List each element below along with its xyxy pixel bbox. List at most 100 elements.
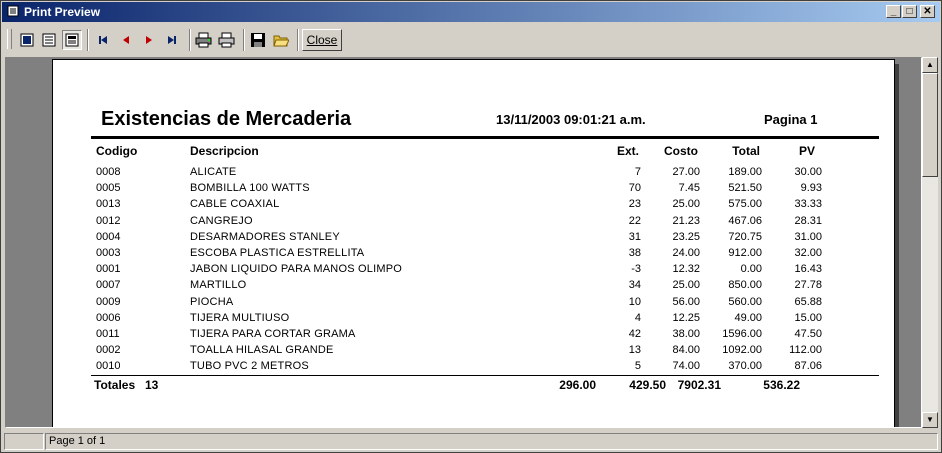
cell-ext: 31 (628, 230, 641, 243)
next-page-button[interactable] (139, 30, 159, 50)
cell-pv: 47.50 (794, 328, 822, 340)
table-row: 0004 DESARMADORES STANLEY 31 23.25 720.75 31.… (53, 231, 896, 247)
cell-costo: 84.00 (672, 344, 700, 357)
cell-descripcion: TIJERA MULTIUSO (190, 311, 290, 324)
zoom-100-button[interactable] (62, 30, 82, 50)
cell-codigo: 0012 (96, 214, 121, 227)
cell-ext: 34 (628, 279, 641, 292)
cell-ext: 38 (628, 247, 641, 259)
scroll-down-button[interactable]: ▼ (922, 412, 938, 428)
close-window-button[interactable]: ✕ (920, 5, 935, 18)
print-setup-button[interactable] (194, 30, 214, 50)
cell-codigo: 0006 (96, 311, 121, 324)
scroll-thumb[interactable] (922, 73, 938, 177)
totals-rule (91, 375, 879, 376)
table-row: 0012 CANGREJO 22 21.23 467.06 28.31 (53, 215, 896, 231)
cell-costo: 74.00 (672, 360, 700, 373)
print-preview-app-icon (7, 5, 19, 17)
cell-costo: 12.32 (672, 263, 700, 276)
toolbar-separator (243, 29, 245, 51)
cell-descripcion: TUBO PVC 2 METROS (190, 360, 309, 373)
whole-page-icon (20, 33, 34, 47)
cell-total: 467.06 (728, 214, 762, 227)
status-bar: Page 1 of 1 (1, 431, 941, 452)
cell-ext: 42 (628, 328, 641, 340)
page-width-button[interactable] (39, 30, 59, 50)
cell-total: 49.00 (734, 311, 762, 324)
close-icon: ✕ (923, 6, 932, 17)
maximize-button[interactable]: □ (902, 5, 917, 18)
totals-label: Totales (94, 378, 136, 392)
col-header-costo: Costo (664, 144, 698, 158)
prev-page-icon (123, 36, 129, 44)
report-page: Existencias de Mercaderia 13/11/2003 09:… (52, 59, 896, 427)
cell-pv: 27.78 (794, 279, 822, 292)
scroll-down-icon: ▼ (926, 415, 934, 424)
totals-total: 7902.31 (677, 378, 721, 392)
cell-descripcion: ESCOBA PLASTICA ESTRELLITA (190, 247, 365, 259)
totals-ext: 296.00 (559, 378, 596, 392)
cell-total: 521.50 (728, 182, 762, 195)
cell-total: 575.00 (728, 198, 762, 211)
cell-descripcion: MARTILLO (190, 279, 247, 292)
cell-codigo: 0011 (96, 328, 120, 340)
prev-page-button[interactable] (116, 30, 136, 50)
cell-pv: 28.31 (794, 214, 822, 227)
save-icon (251, 33, 265, 47)
report-datetime: 13/11/2003 09:01:21 a.m. (496, 112, 646, 127)
table-row: 0001 JABON LIQUIDO PARA MANOS OLIMPO -3 12.… (53, 263, 896, 279)
last-page-button[interactable] (162, 30, 182, 50)
preview-viewport[interactable]: Existencias de Mercaderia 13/11/2003 09:… (5, 57, 922, 428)
col-header-total: Total (732, 144, 760, 158)
table-row: 0007 MARTILLO 34 25.00 850.00 27.78 (53, 279, 896, 295)
cell-total: 912.00 (728, 247, 762, 259)
cell-costo: 21.23 (672, 214, 700, 227)
cell-codigo: 0013 (96, 198, 121, 211)
whole-page-button[interactable] (17, 30, 37, 50)
next-page-icon (146, 36, 152, 44)
cell-total: 0.00 (740, 263, 762, 276)
title-bar[interactable]: Print Preview _ □ ✕ (2, 2, 940, 22)
col-header-descripcion: Descripcion (190, 144, 259, 158)
print-button[interactable] (217, 30, 237, 50)
cell-pv: 65.88 (794, 295, 822, 308)
minimize-button[interactable]: _ (886, 5, 901, 18)
cell-descripcion: PIOCHA (190, 295, 234, 308)
close-preview-button[interactable]: Close (302, 29, 342, 51)
cell-ext: 7 (634, 166, 641, 178)
print-icon (218, 32, 235, 48)
scroll-up-button[interactable]: ▲ (922, 57, 938, 73)
save-button[interactable] (248, 30, 268, 50)
cell-pv: 31.00 (794, 230, 822, 243)
cell-total: 560.00 (728, 295, 762, 308)
cell-total: 720.75 (728, 230, 762, 243)
cell-descripcion: CABLE COAXIAL (190, 198, 280, 211)
vertical-scrollbar[interactable]: ▲ ▼ (922, 57, 938, 428)
open-icon (273, 35, 289, 47)
cell-ext: 10 (628, 295, 641, 308)
open-button[interactable] (271, 30, 291, 50)
header-rule (91, 136, 879, 139)
cell-descripcion: TOALLA HILASAL GRANDE (190, 344, 334, 357)
cell-descripcion: TIJERA PARA CORTAR GRAMA (190, 328, 356, 340)
cell-codigo: 0010 (96, 360, 121, 373)
first-page-button[interactable] (93, 30, 113, 50)
cell-ext: 13 (628, 344, 641, 357)
cell-descripcion: DESARMADORES STANLEY (190, 230, 340, 243)
cell-pv: 112.00 (789, 344, 822, 357)
col-header-pv: PV (798, 144, 815, 158)
cell-codigo: 0008 (96, 166, 121, 178)
cell-total: 850.00 (728, 279, 762, 292)
report-page-number: Pagina 1 (764, 112, 818, 127)
cell-codigo: 0005 (96, 182, 121, 195)
cell-costo: 12.25 (672, 311, 700, 324)
cell-pv: 32.00 (794, 247, 822, 259)
toolbar-grip[interactable] (7, 29, 12, 49)
toolbar: Close (1, 23, 941, 55)
table-row: 0005 BOMBILLA 100 WATTS 70 7.45 521.50 9.93 (53, 182, 896, 198)
table-row: 0013 CABLE COAXIAL 23 25.00 575.00 33.33 (53, 198, 896, 214)
table-row: 0008 ALICATE 7 27.00 189.00 30.00 (53, 166, 896, 182)
cell-codigo: 0002 (96, 344, 121, 357)
toolbar-separator (297, 29, 299, 51)
cell-ext: 70 (628, 182, 641, 195)
